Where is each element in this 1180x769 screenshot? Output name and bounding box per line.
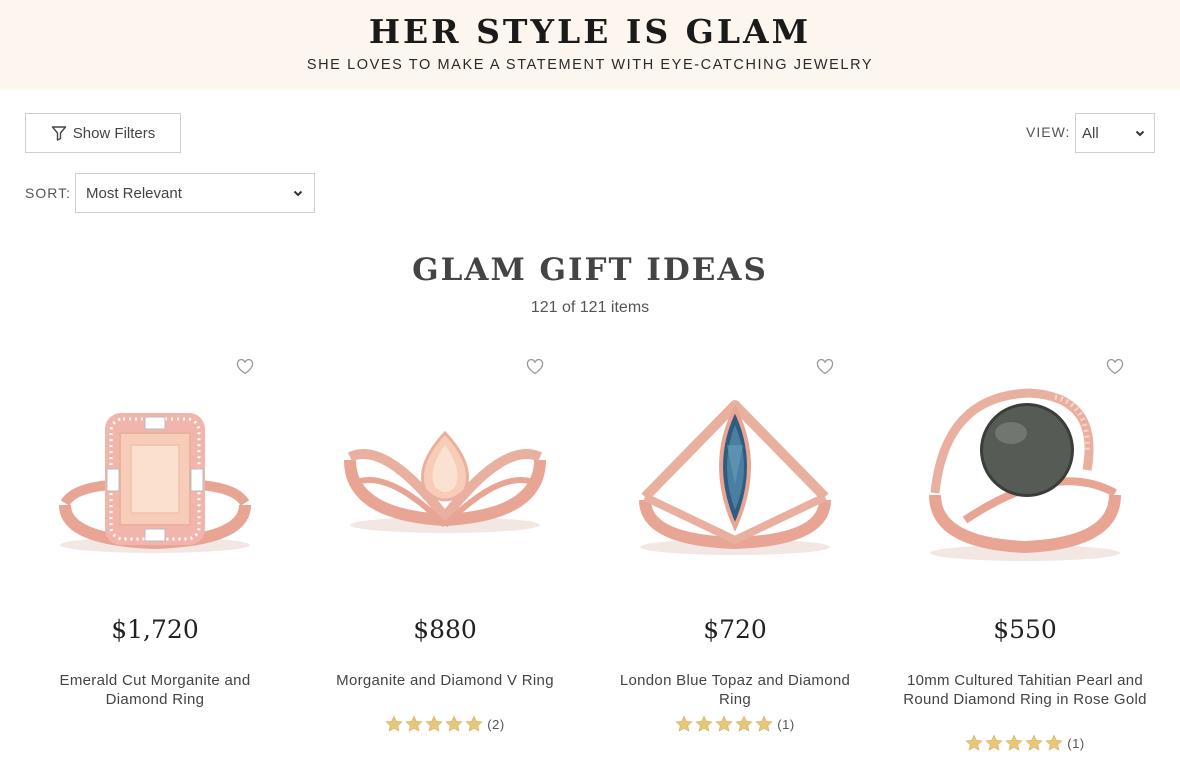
section-title: GLAM GIFT IDEAS bbox=[412, 252, 768, 288]
star-icon bbox=[385, 715, 403, 732]
star-icon bbox=[1045, 734, 1063, 751]
product-name[interactable]: Emerald Cut Morganite and Diamond Ring bbox=[30, 671, 280, 709]
star-icon bbox=[1025, 734, 1043, 751]
sort-select[interactable]: Most Relevant bbox=[75, 173, 315, 213]
star-icon bbox=[715, 715, 733, 732]
product-price: $720 bbox=[703, 615, 767, 644]
view-select[interactable]: All bbox=[1075, 113, 1155, 153]
hero-subtitle: SHE LOVES TO MAKE A STATEMENT WITH EYE-C… bbox=[306, 57, 874, 73]
star-icon bbox=[735, 715, 753, 732]
star-icon bbox=[425, 715, 443, 732]
items-count: 121 of 121 items bbox=[530, 299, 650, 316]
star-icon bbox=[405, 715, 423, 732]
hero-title: HER STYLE IS GLAM bbox=[368, 12, 812, 51]
wishlist-heart-icon[interactable] bbox=[526, 359, 544, 375]
wishlist-heart-icon[interactable] bbox=[236, 359, 254, 375]
show-filters-button[interactable]: Show Filters bbox=[25, 113, 181, 153]
star-icon bbox=[985, 734, 1003, 751]
rating-count: (2) bbox=[487, 716, 505, 732]
star-icon bbox=[445, 715, 463, 732]
wishlist-heart-icon[interactable] bbox=[1106, 359, 1124, 375]
star-icon bbox=[695, 715, 713, 732]
show-filters-label: Show Filters bbox=[72, 124, 156, 142]
star-icon bbox=[675, 715, 693, 732]
product-image[interactable] bbox=[905, 375, 1145, 575]
product-image[interactable] bbox=[35, 375, 275, 575]
product-rating[interactable]: (2) bbox=[300, 715, 590, 733]
rating-count: (1) bbox=[777, 716, 795, 732]
product-price: $1,720 bbox=[111, 615, 199, 644]
star-icon bbox=[1005, 734, 1023, 751]
product-card[interactable]: $720 London Blue Topaz and Diamond Ring … bbox=[590, 355, 880, 769]
product-price: $880 bbox=[413, 615, 477, 644]
product-rating[interactable]: (1) bbox=[880, 734, 1170, 752]
product-card[interactable]: $1,720 Emerald Cut Morganite and Diamond… bbox=[10, 355, 300, 769]
sort-select-value: Most Relevant bbox=[86, 184, 182, 202]
sort-label: SORT: bbox=[25, 185, 71, 201]
product-image[interactable] bbox=[615, 375, 855, 575]
view-label: VIEW: bbox=[1026, 124, 1071, 140]
product-name[interactable]: London Blue Topaz and Diamond Ring bbox=[610, 671, 860, 709]
product-name[interactable]: Morganite and Diamond V Ring bbox=[320, 671, 570, 690]
hero-banner: HER STYLE IS GLAM SHE LOVES TO MAKE A ST… bbox=[0, 0, 1180, 90]
product-image[interactable] bbox=[325, 375, 565, 575]
chevron-down-icon bbox=[293, 190, 303, 197]
star-icon bbox=[465, 715, 483, 732]
product-price: $550 bbox=[993, 615, 1057, 644]
chevron-down-icon bbox=[1135, 130, 1145, 137]
filter-icon bbox=[51, 126, 66, 141]
product-rating[interactable]: (1) bbox=[590, 715, 880, 733]
star-icon bbox=[755, 715, 773, 732]
product-card[interactable]: $880 Morganite and Diamond V Ring (2) bbox=[300, 355, 590, 769]
rating-count: (1) bbox=[1067, 735, 1085, 751]
product-card[interactable]: $550 10mm Cultured Tahitian Pearl and Ro… bbox=[880, 355, 1170, 769]
star-icon bbox=[965, 734, 983, 751]
product-name[interactable]: 10mm Cultured Tahitian Pearl and Round D… bbox=[900, 671, 1150, 709]
wishlist-heart-icon[interactable] bbox=[816, 359, 834, 375]
view-select-value: All bbox=[1082, 124, 1099, 142]
